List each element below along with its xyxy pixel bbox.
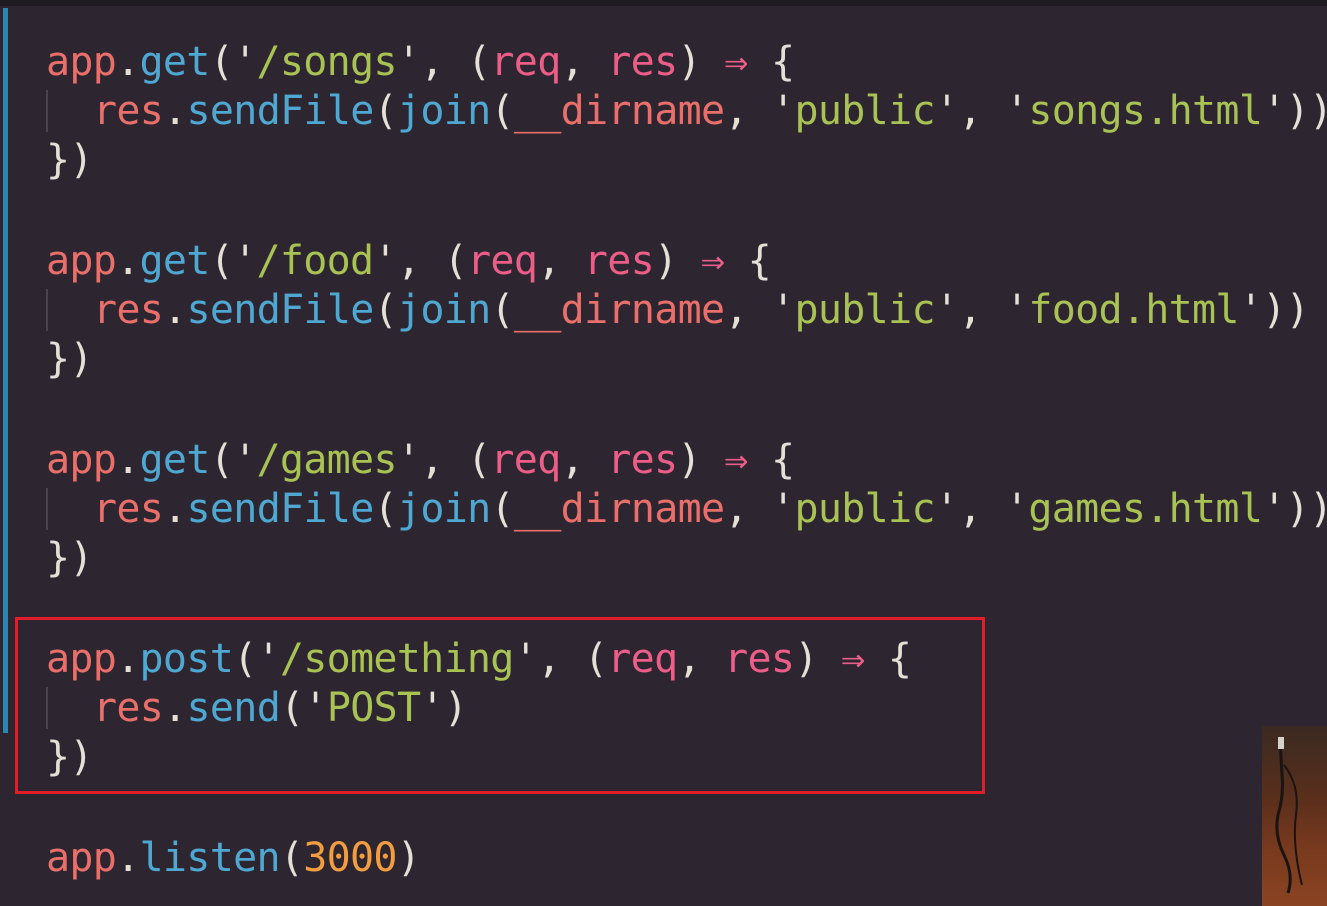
indent-guide	[46, 488, 48, 530]
indent-guide	[46, 687, 48, 729]
code-line-post-open[interactable]: app.post('/something', (req, res) ⇒ {	[46, 634, 912, 684]
indent-guide	[46, 90, 48, 132]
code-line-route-food-open[interactable]: app.get('/food', (req, res) ⇒ {	[46, 236, 772, 286]
code-line-route-food-body[interactable]: res.sendFile(join(__dirname, 'public', '…	[93, 285, 1310, 335]
code-line-route-games-close[interactable]: })	[46, 533, 93, 583]
editor-top-edge	[0, 0, 1327, 6]
code-line-route-games-body[interactable]: res.sendFile(join(__dirname, 'public', '…	[93, 484, 1327, 534]
webcam-cable-image	[1275, 737, 1303, 894]
code-line-route-songs-body[interactable]: res.sendFile(join(__dirname, 'public', '…	[93, 86, 1327, 136]
indent-guide	[46, 289, 48, 331]
code-line-route-games-open[interactable]: app.get('/games', (req, res) ⇒ {	[46, 435, 795, 485]
code-line-listen[interactable]: app.listen(3000)	[46, 833, 421, 883]
code-line-route-songs-open[interactable]: app.get('/songs', (req, res) ⇒ {	[46, 37, 795, 87]
code-line-post-body[interactable]: res.send('POST')	[93, 683, 468, 733]
code-editor[interactable]: app.get('/songs', (req, res) ⇒ { res.sen…	[0, 0, 1327, 906]
code-line-route-songs-close[interactable]: })	[46, 135, 93, 185]
git-change-indicator	[3, 8, 8, 733]
code-line-post-close[interactable]: })	[46, 732, 93, 782]
code-line-route-food-close[interactable]: })	[46, 334, 93, 384]
